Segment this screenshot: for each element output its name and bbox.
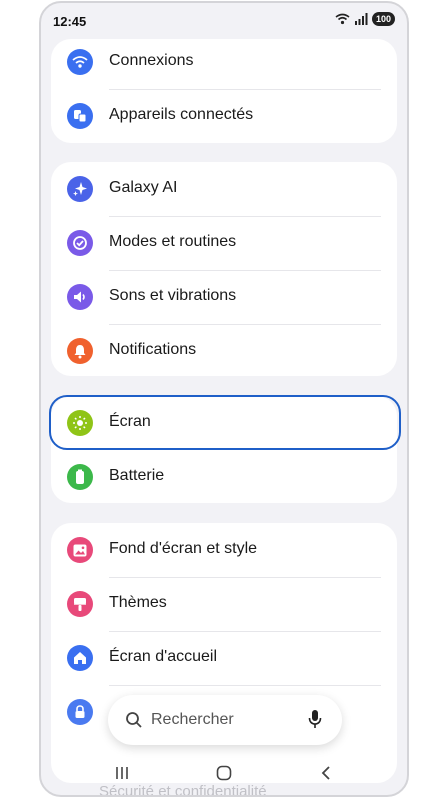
settings-item-label: Modes et routines xyxy=(109,233,237,250)
image-icon xyxy=(67,537,93,563)
microphone-icon[interactable] xyxy=(308,709,322,729)
settings-group-features: Galaxy AI Modes et routines Sons et vibr… xyxy=(51,162,397,376)
settings-item-themes[interactable]: Thèmes xyxy=(51,577,397,631)
settings-item-label: Fond d'écran et style xyxy=(109,540,258,557)
speaker-icon xyxy=(67,284,93,310)
bell-icon xyxy=(67,338,93,364)
settings-item-sons-vibrations[interactable]: Sons et vibrations xyxy=(51,270,397,324)
selection-highlight xyxy=(49,395,401,450)
lock-icon xyxy=(67,699,93,725)
settings-item-label: Galaxy AI xyxy=(109,179,178,196)
check-circle-icon xyxy=(67,230,93,256)
search-bar[interactable]: Rechercher xyxy=(108,695,342,745)
status-time: 12:45 xyxy=(53,14,87,29)
settings-item-connexions[interactable]: Connexions xyxy=(51,35,397,89)
search-placeholder: Rechercher xyxy=(151,711,234,728)
settings-item-notifications[interactable]: Notifications xyxy=(51,324,397,378)
settings-item-modes-routines[interactable]: Modes et routines xyxy=(51,216,397,270)
settings-item-galaxy-ai[interactable]: Galaxy AI xyxy=(51,162,397,216)
signal-icon xyxy=(354,13,368,25)
status-icons: 100 xyxy=(335,12,395,26)
battery-icon xyxy=(67,464,93,490)
settings-item-label: Sons et vibrations xyxy=(109,287,237,304)
home-button-icon[interactable] xyxy=(216,765,232,781)
settings-item-label: Connexions xyxy=(109,52,194,69)
phone-screen: 12:45 100 Connexions Appareils connectés… xyxy=(39,1,409,797)
sparkle-icon xyxy=(67,176,93,202)
battery-badge: 100 xyxy=(371,12,395,26)
settings-item-ecran-accueil[interactable]: Écran d'accueil xyxy=(51,631,397,685)
wifi-icon xyxy=(67,49,93,75)
wifi-status-icon xyxy=(335,13,350,25)
settings-item-label: Notifications xyxy=(109,341,197,358)
settings-item-label: Batterie xyxy=(109,467,165,484)
back-icon[interactable] xyxy=(319,765,333,781)
recent-apps-icon[interactable] xyxy=(114,765,130,781)
devices-icon xyxy=(67,103,93,129)
settings-group-connections: Connexions Appareils connectés xyxy=(51,39,397,143)
settings-item-batterie[interactable]: Batterie xyxy=(51,450,397,504)
paintbrush-icon xyxy=(67,591,93,617)
home-icon xyxy=(67,645,93,671)
settings-item-label: Écran d'accueil xyxy=(109,648,217,665)
settings-item-fond-ecran-style[interactable]: Fond d'écran et style xyxy=(51,523,397,577)
status-bar: 12:45 100 xyxy=(41,3,407,37)
settings-item-label: Thèmes xyxy=(109,594,167,611)
settings-item-appareils-connectes[interactable]: Appareils connectés xyxy=(51,89,397,143)
search-icon xyxy=(126,712,142,728)
navigation-bar xyxy=(41,753,407,795)
settings-item-label: Appareils connectés xyxy=(109,106,254,123)
